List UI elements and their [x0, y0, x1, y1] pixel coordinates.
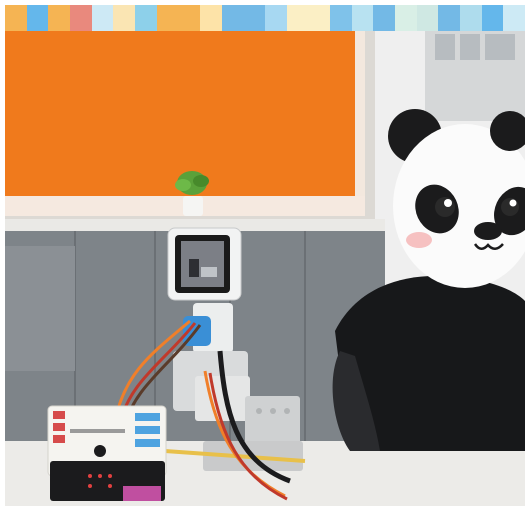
strip-cell [113, 5, 136, 31]
strip-cell [178, 5, 201, 31]
photo-scene [5, 31, 525, 506]
color-strip [5, 5, 525, 31]
strip-cell [373, 5, 396, 31]
strip-cell [91, 5, 114, 31]
orange-wall [5, 31, 355, 196]
strip-cell [5, 5, 27, 31]
strip-cell [395, 5, 417, 31]
person [332, 276, 525, 451]
robot-screen-icon [167, 227, 242, 301]
strip-cell [265, 5, 287, 31]
strip-cell [503, 5, 525, 31]
strip-cell [460, 5, 482, 31]
strip-cell [48, 5, 71, 31]
strip-cell [243, 5, 266, 31]
strip-cell [330, 5, 352, 31]
strip-cell [70, 5, 92, 31]
strip-cell [416, 5, 439, 31]
strip-cell [286, 5, 309, 31]
strip-cell [135, 5, 157, 31]
strip-cell [481, 5, 504, 31]
microbit-board-icon [47, 405, 167, 501]
strip-cell [308, 5, 331, 31]
strip-cell [351, 5, 374, 31]
strip-cell [156, 5, 179, 31]
strip-cell [200, 5, 222, 31]
photo-frame [0, 0, 525, 506]
strip-cell [221, 5, 244, 31]
strip-cell [26, 5, 49, 31]
strip-cell [438, 5, 461, 31]
